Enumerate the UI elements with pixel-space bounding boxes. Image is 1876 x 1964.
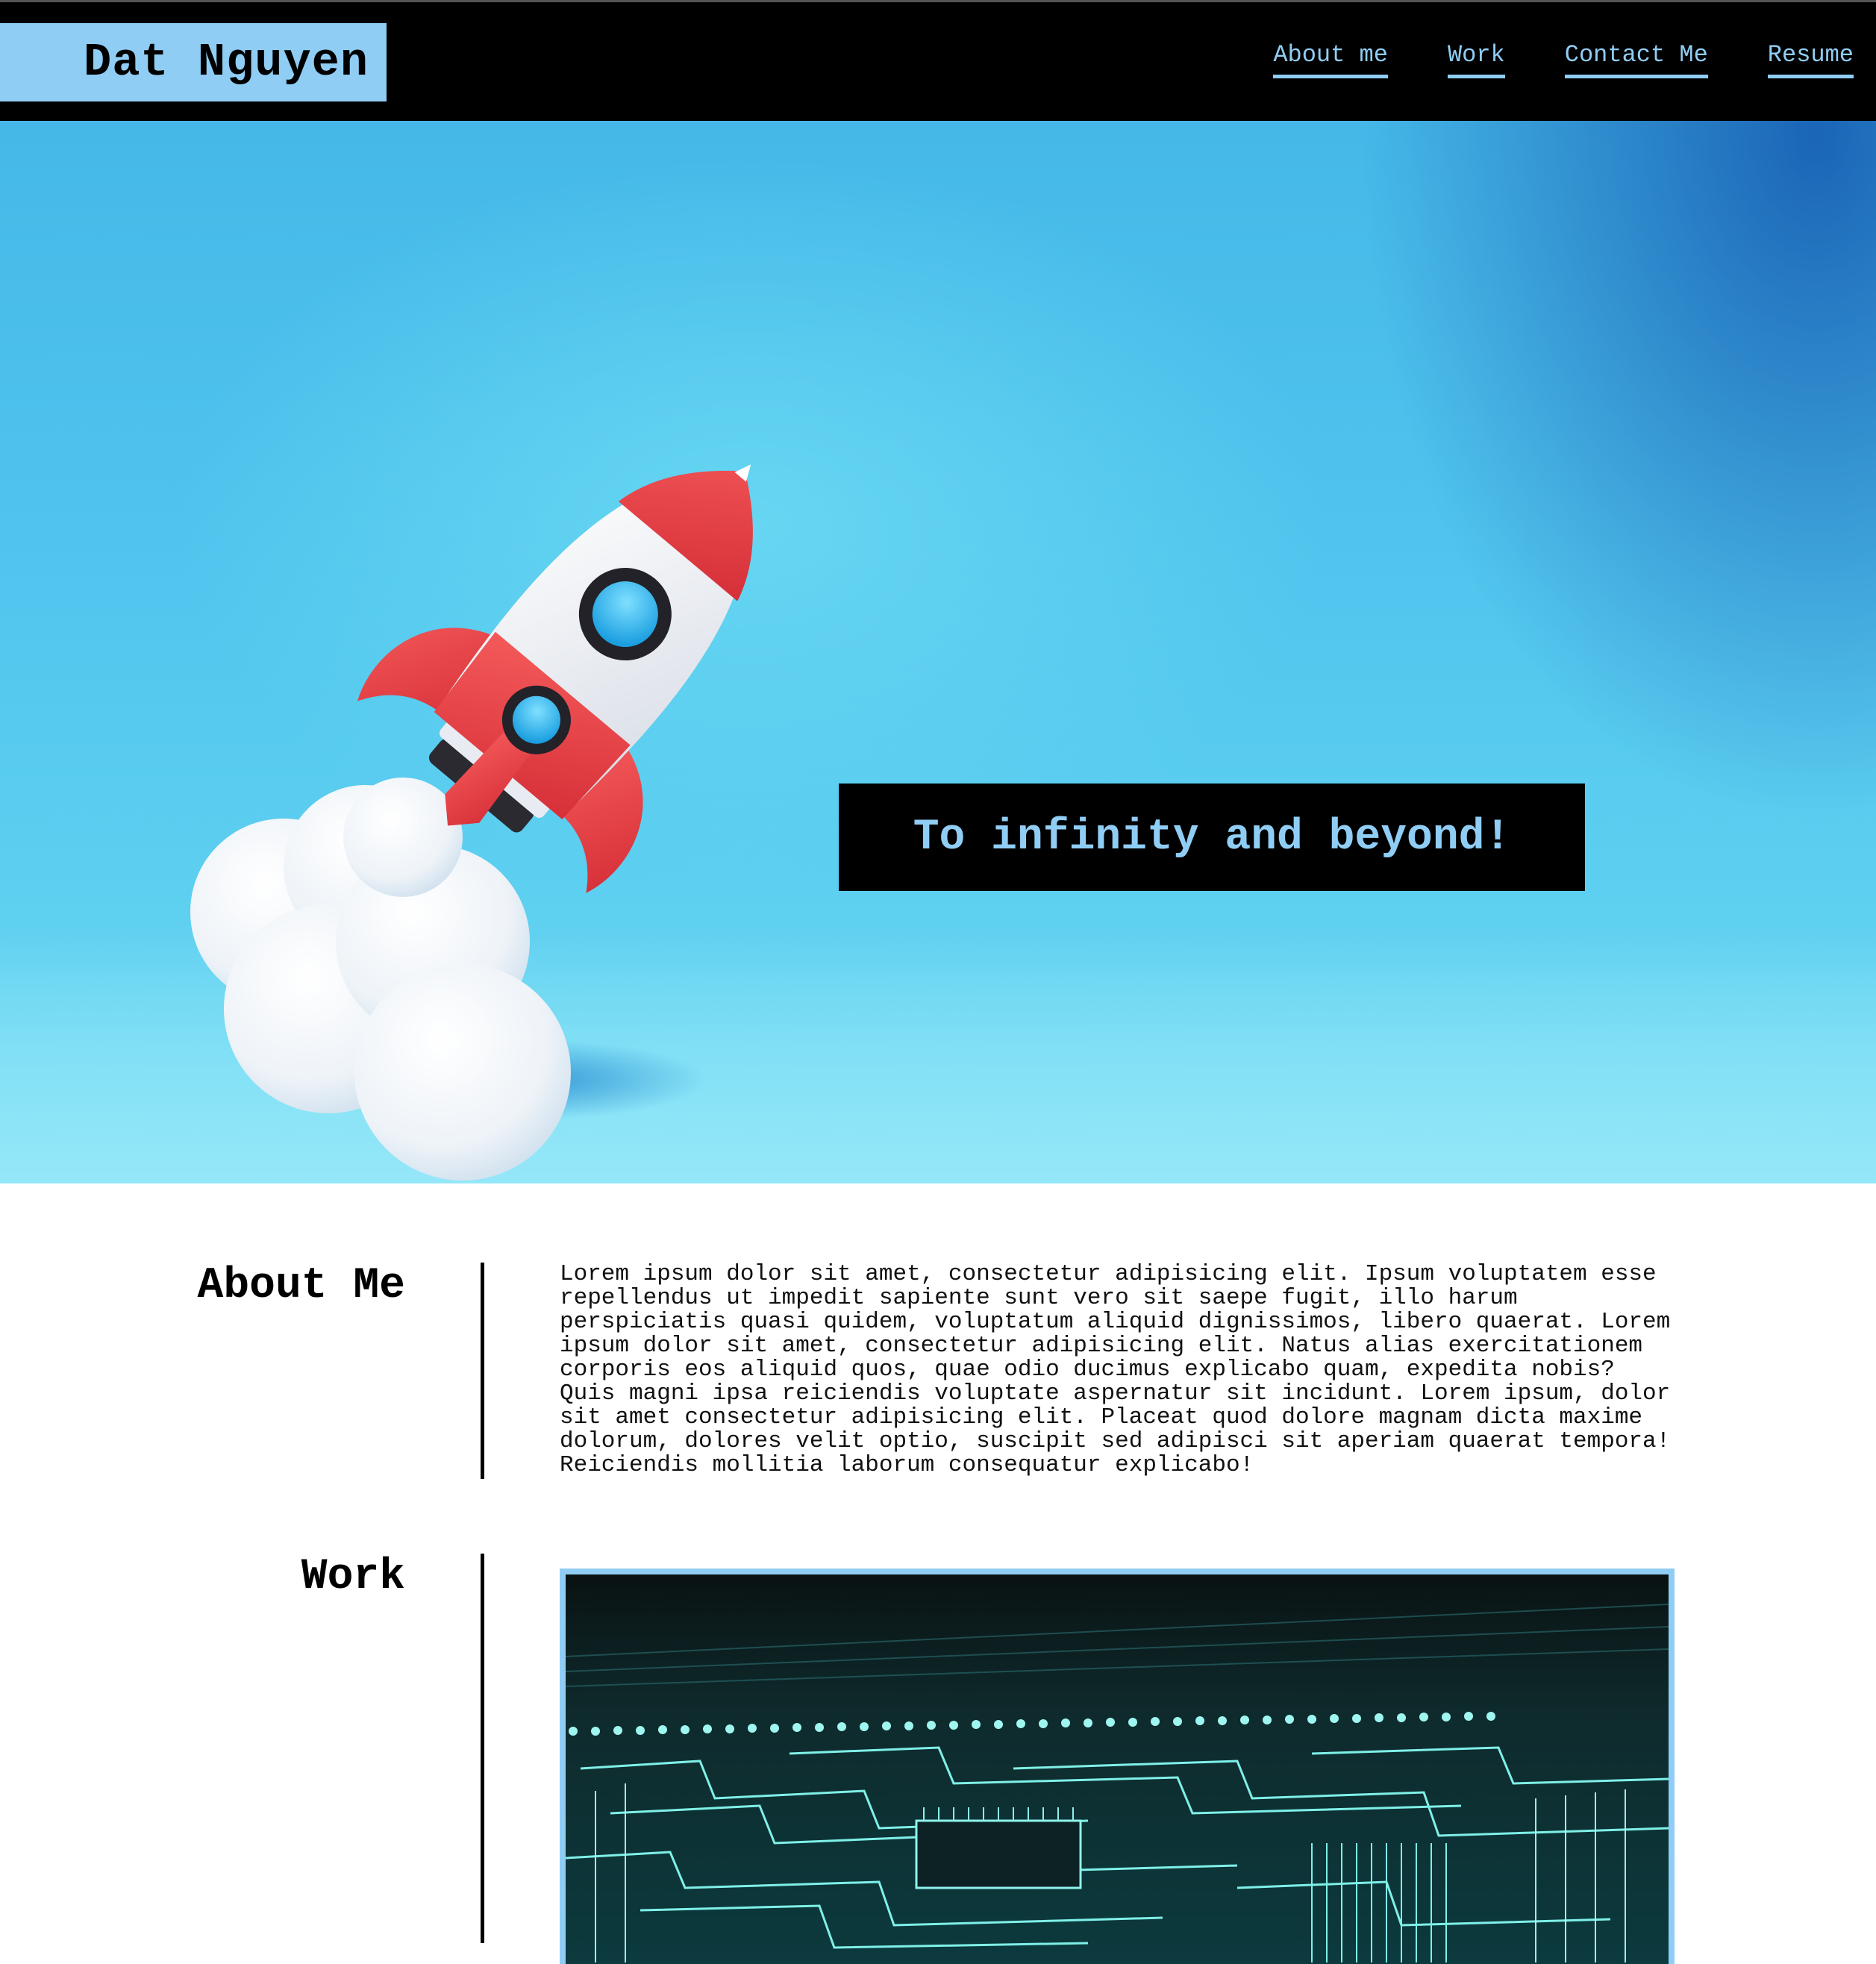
nav-contact-link[interactable]: Contact Me	[1564, 41, 1708, 78]
circuit-board-image	[566, 1574, 1669, 1964]
work-divider	[481, 1554, 484, 1943]
nav-work-link[interactable]: Work	[1447, 41, 1505, 78]
work-title: Work	[301, 1553, 405, 1601]
hero-banner: To infinity and beyond!	[0, 121, 1876, 1183]
exhaust-cloud	[190, 778, 571, 1180]
nav-about-link[interactable]: About me	[1273, 41, 1388, 78]
about-body: Lorem ipsum dolor sit amet, consectetur …	[560, 1261, 1671, 1478]
site-header: Dat Nguyen About me Work Contact Me Resu…	[0, 0, 1876, 121]
main-nav: About me Work Contact Me Resume	[1273, 41, 1854, 78]
about-title: About Me	[197, 1262, 405, 1310]
rocket-illustration	[190, 464, 753, 1180]
about-divider	[481, 1263, 484, 1479]
hero-tagline: To infinity and beyond!	[839, 784, 1585, 891]
about-section: About Me Lorem ipsum dolor sit amet, con…	[0, 1263, 1876, 1479]
site-brand[interactable]: Dat Nguyen	[0, 23, 387, 101]
work-project-card[interactable]	[560, 1569, 1675, 1964]
work-section: Work	[0, 1553, 1876, 1964]
nav-resume-link[interactable]: Resume	[1767, 41, 1854, 78]
